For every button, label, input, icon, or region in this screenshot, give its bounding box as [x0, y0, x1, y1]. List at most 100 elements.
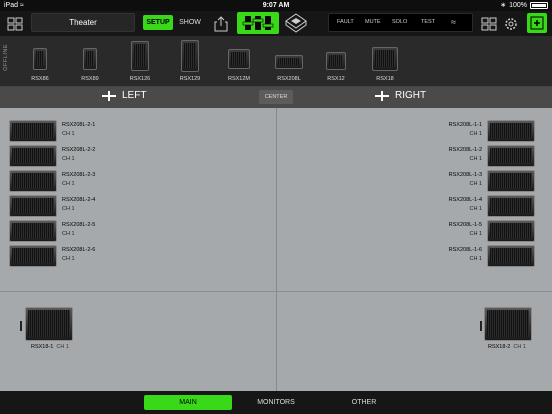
- speaker-name: RSX208L-1-5: [448, 222, 482, 228]
- fault-indicator[interactable]: FAULT: [337, 19, 354, 25]
- setup-mode-button[interactable]: SETUP: [143, 15, 173, 30]
- offline-label: OFFLINE: [3, 44, 9, 71]
- show-mode-button[interactable]: SHOW: [176, 15, 204, 30]
- speaker-channel: CH 1: [469, 206, 482, 212]
- speaker-channel: CH 1: [62, 131, 75, 137]
- speaker-layout-button[interactable]: [283, 12, 309, 34]
- test-indicator[interactable]: TEST: [421, 19, 435, 25]
- speaker-icon: [9, 220, 57, 242]
- speaker-channel: CH 1: [469, 131, 482, 137]
- drag-handle-icon[interactable]: [20, 321, 22, 331]
- speaker-rsx208l-2-4[interactable]: RSX208L-2-4 CH 1: [9, 195, 95, 217]
- speaker-icon: [83, 48, 97, 70]
- speaker-icon: [33, 48, 47, 70]
- sub-channel: CH 1: [513, 344, 526, 350]
- speaker-icon: [181, 40, 199, 72]
- subwoofer-icon: [25, 307, 73, 341]
- speaker-name: RSX208L-2-6: [62, 247, 96, 253]
- battery-status: ∗ 100%: [500, 1, 548, 9]
- add-speaker-button[interactable]: [527, 13, 547, 33]
- stage-canvas: RSX208L-2-1 CH 1 RSX208L-2-2 CH 1 RSX208…: [0, 108, 552, 391]
- clock: 9:07 AM: [262, 2, 290, 9]
- mixer-view-button[interactable]: [237, 12, 279, 34]
- speaker-name: RSX208L-1-3: [448, 172, 482, 178]
- fader-icon: [242, 16, 274, 30]
- sub-rsx18-2[interactable]: [484, 307, 532, 343]
- subwoofer-icon: [484, 307, 532, 341]
- offline-speaker-palette: OFFLINE RSX86 RSX89 RSX126 RSX129 RSX12M…: [0, 36, 552, 87]
- palette-item-label: RSX18: [376, 76, 394, 82]
- sub-name: RSX18-2: [488, 344, 511, 350]
- speaker-channel: CH 1: [62, 256, 75, 262]
- speaker-rsx208l-1-6[interactable]: RSX208L-1-6 CH 1: [449, 245, 535, 267]
- speaker-rsx208l-1-3[interactable]: RSX208L-1-3 CH 1: [449, 170, 535, 192]
- speaker-rsx208l-1-5[interactable]: RSX208L-1-5 CH 1: [449, 220, 535, 242]
- battery-percent: 100%: [509, 1, 527, 9]
- speaker-icon: [487, 145, 535, 167]
- ios-status-bar: iPad ≈ 9:07 AM ∗ 100%: [0, 0, 552, 11]
- speaker-icon: [9, 170, 57, 192]
- speaker-icon: [9, 120, 57, 142]
- speaker-name: RSX208L-1-1: [448, 122, 482, 128]
- speaker-icon: [228, 49, 250, 69]
- speaker-channel: CH 1: [62, 206, 75, 212]
- center-button[interactable]: CENTER: [259, 90, 293, 104]
- speaker-rsx208l-1-1[interactable]: RSX208L-1-1 CH 1: [449, 120, 535, 142]
- speaker-icon: [372, 47, 398, 71]
- speaker-icon: [487, 245, 535, 267]
- speaker-icon: [326, 52, 346, 70]
- speaker-rsx208l-2-2[interactable]: RSX208L-2-2 CH 1: [9, 145, 95, 167]
- left-side-header[interactable]: LEFT: [102, 90, 146, 101]
- speaker-rsx208l-1-4[interactable]: RSX208L-1-4 CH 1: [449, 195, 535, 217]
- bottom-tab-bar: MAIN MONITORS OTHER: [0, 391, 552, 414]
- menu-grid-icon[interactable]: [6, 15, 24, 33]
- speaker-name: RSX208L-1-2: [448, 147, 482, 153]
- sub-left-label: RSX18-1 CH 1: [31, 344, 69, 350]
- venue-name-field[interactable]: Theater: [31, 13, 135, 32]
- speaker-icon: [131, 41, 149, 71]
- speaker-icon: [487, 170, 535, 192]
- speaker-name: RSX208L-1-6: [448, 247, 482, 253]
- speaker-icon: [487, 120, 535, 142]
- speaker-rsx208l-2-3[interactable]: RSX208L-2-3 CH 1: [9, 170, 95, 192]
- gear-icon[interactable]: [502, 15, 520, 33]
- speaker-channel: CH 1: [62, 231, 75, 237]
- sub-right-label: RSX18-2 CH 1: [488, 344, 526, 350]
- speaker-channel: CH 1: [469, 256, 482, 262]
- speaker-rsx208l-1-2[interactable]: RSX208L-1-2 CH 1: [449, 145, 535, 167]
- speaker-rsx208l-2-5[interactable]: RSX208L-2-5 CH 1: [9, 220, 95, 242]
- system-status-panel: FAULT MUTE SOLO TEST ≈: [328, 13, 473, 32]
- speaker-rsx208l-2-1[interactable]: RSX208L-2-1 CH 1: [9, 120, 95, 142]
- center-divider: [276, 108, 277, 391]
- speaker-icon: [9, 195, 57, 217]
- sub-name: RSX18-1: [31, 344, 54, 350]
- speaker-channel: CH 1: [469, 156, 482, 162]
- solo-indicator[interactable]: SOLO: [392, 19, 407, 25]
- tab-other[interactable]: OTHER: [320, 395, 408, 410]
- speaker-icon: [487, 195, 535, 217]
- speaker-name: RSX208L-2-1: [62, 122, 96, 128]
- speaker-channel: CH 1: [469, 231, 482, 237]
- bluetooth-icon: ∗: [500, 2, 507, 9]
- speaker-name: RSX208L-2-4: [62, 197, 96, 203]
- stage-side-header: LEFT CENTER RIGHT: [0, 87, 552, 108]
- sub-rsx18-1[interactable]: [25, 307, 73, 343]
- tab-main[interactable]: MAIN: [144, 395, 232, 410]
- add-icon: [530, 16, 544, 30]
- speaker-name: RSX208L-2-5: [62, 222, 96, 228]
- speaker-channel: CH 1: [62, 156, 75, 162]
- right-side-header[interactable]: RIGHT: [375, 90, 426, 101]
- left-side-label: LEFT: [122, 90, 147, 101]
- speaker-rsx208l-2-6[interactable]: RSX208L-2-6 CH 1: [9, 245, 95, 267]
- tab-monitors[interactable]: MONITORS: [232, 395, 320, 410]
- speaker-name: RSX208L-2-2: [62, 147, 96, 153]
- speaker-icon: [487, 220, 535, 242]
- floor-divider: [0, 291, 552, 292]
- group-link-icon[interactable]: [480, 15, 498, 33]
- mute-indicator[interactable]: MUTE: [365, 19, 381, 25]
- top-toolbar: Theater SETUP SHOW FAULT MUTE SOLO TEST …: [0, 11, 552, 36]
- speaker-icon: [9, 145, 57, 167]
- speaker-cone-icon: [285, 13, 307, 33]
- share-icon[interactable]: [212, 15, 230, 33]
- drag-handle-icon[interactable]: [480, 321, 482, 331]
